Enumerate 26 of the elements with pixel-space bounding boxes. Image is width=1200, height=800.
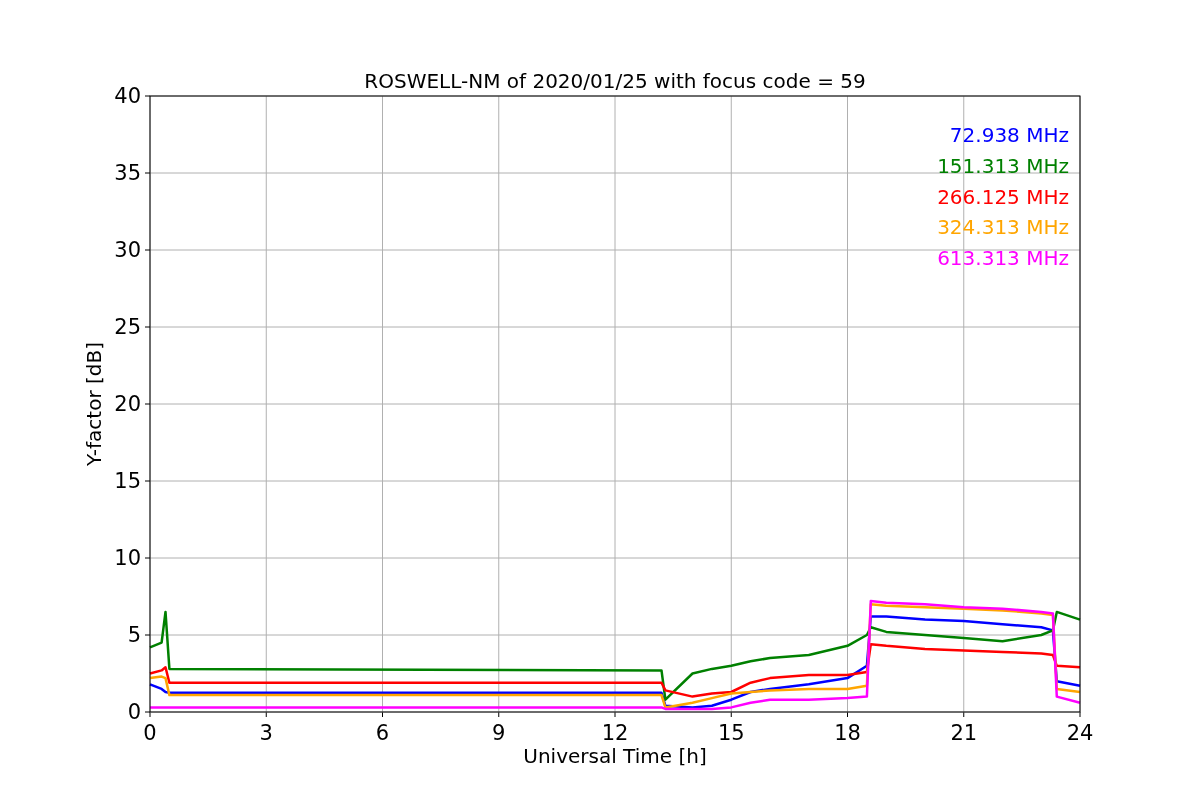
tick-label: 0 — [127, 700, 141, 724]
tick-label: 10 — [114, 546, 141, 570]
tick-label: 3 — [259, 721, 273, 745]
tick-label: 0 — [143, 721, 157, 745]
tick-label: 6 — [375, 721, 390, 745]
legend-label: 151.313 MHz — [937, 153, 1069, 178]
legend-label: 266.125 MHz — [937, 184, 1069, 209]
y-axis-label: Y-factor [dB] — [82, 342, 106, 466]
tick-label: 35 — [114, 161, 141, 185]
tick-label: 25 — [114, 315, 141, 339]
tick-label: 18 — [834, 721, 861, 745]
legend-label: 324.313 MHz — [937, 215, 1069, 240]
tick-label: 40 — [114, 84, 141, 108]
tick-label: 24 — [1066, 721, 1094, 745]
chart-title: ROSWELL-NM of 2020/01/25 with focus code = 59 — [364, 69, 866, 93]
tick-label: 20 — [114, 392, 141, 416]
tick-label: 21 — [950, 721, 978, 745]
tick-label: 15 — [717, 721, 745, 745]
tick-label: 30 — [114, 238, 141, 262]
tick-label: 9 — [492, 721, 506, 745]
legend-label: 72.938 MHz — [949, 123, 1069, 147]
x-axis-label: Universal Time [h] — [523, 744, 707, 768]
legend-label: 613.313 MHz — [937, 246, 1069, 271]
tick-label: 15 — [114, 469, 141, 493]
tick-label: 12 — [601, 721, 629, 745]
tick-label: 5 — [127, 623, 141, 647]
